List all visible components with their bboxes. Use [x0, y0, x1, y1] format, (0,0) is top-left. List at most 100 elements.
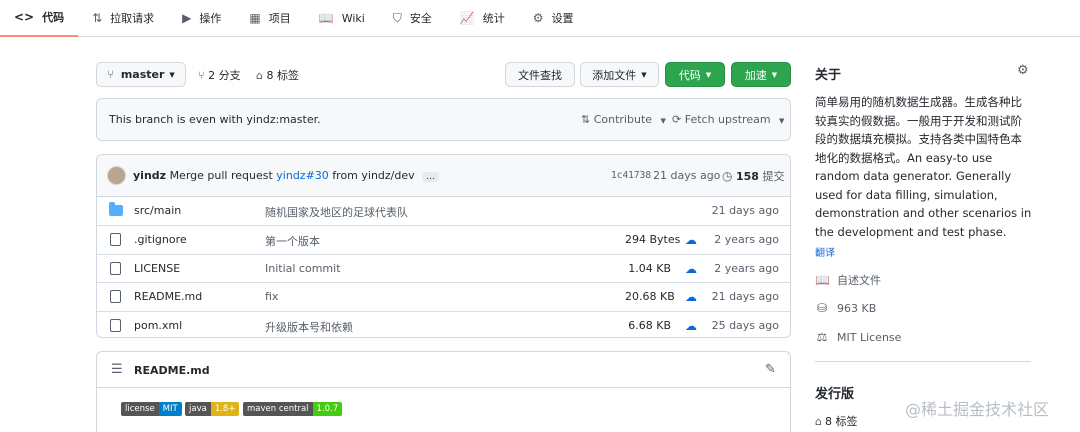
pencil-icon[interactable]: ✎ — [765, 362, 776, 377]
file-commit-message[interactable]: 第一个版本 — [265, 233, 320, 249]
commit-message[interactable]: Merge pull request — [170, 169, 273, 182]
download-icon[interactable]: ☁ — [685, 291, 699, 303]
tab-label: 拉取请求 — [110, 12, 155, 25]
tab-label: 代码 — [42, 11, 65, 24]
badge-value: MIT — [158, 402, 182, 416]
commit-pr-link[interactable]: yindz#30 — [276, 169, 329, 182]
table-row[interactable]: src/main 随机国家及地区的足球代表队 21 days ago — [97, 197, 790, 225]
find-file-button[interactable]: 文件查找 — [505, 62, 575, 87]
repo-size: ⛁ 963 KB — [816, 301, 877, 315]
caret-down-icon: ▼ — [641, 70, 647, 79]
commit-count-link[interactable]: ◷ 158 提交 — [722, 168, 784, 184]
repo-nav: <> 代码 ⇅ 拉取请求 ▶ 操作 ▦ 项目 📖 Wiki ⛉ 安全 📈 统计 ⚙ 设置 — [0, 0, 1080, 37]
gear-icon[interactable]: ⚙ — [1017, 63, 1029, 78]
watermark: @稀土掘金技术社区 — [905, 400, 1050, 419]
table-row[interactable]: README.md fix 20.68 KB ☁ 21 days ago — [97, 282, 790, 310]
translate-link[interactable]: 翻译 — [815, 244, 835, 259]
readme-badge[interactable]: java 1.8+ — [185, 402, 240, 416]
releases-title[interactable]: 发行版 — [815, 383, 854, 402]
tab-1[interactable]: ⇅ 拉取请求 — [78, 0, 168, 37]
list-icon[interactable]: ☰ — [111, 362, 123, 377]
tab-0[interactable]: <> 代码 — [0, 0, 79, 37]
tag-icon: ⌂ — [256, 69, 263, 82]
file-time: 21 days ago — [711, 290, 779, 304]
tab-7[interactable]: ⚙ 设置 — [519, 0, 588, 37]
book-icon: 📖 — [815, 273, 830, 287]
file-icon — [110, 233, 121, 247]
readme-link[interactable]: 📖 自述文件 — [815, 272, 881, 288]
tab-3[interactable]: ▦ 项目 — [235, 0, 304, 37]
file-commit-message[interactable]: fix — [265, 290, 278, 303]
caret-down-icon: ▼ — [779, 117, 785, 125]
commit-time: 21 days ago — [653, 169, 721, 182]
badge-value: 1.0.7 — [312, 402, 343, 416]
pull-request-icon: ⇅ — [92, 11, 103, 25]
branch-status-box: This branch is even with yindz:master. ⇅… — [96, 98, 791, 141]
badge-key: java — [185, 402, 211, 416]
download-icon[interactable]: ☁ — [685, 263, 699, 275]
license-link[interactable]: ⚖ MIT License — [815, 330, 902, 344]
file-time: 21 days ago — [711, 204, 779, 217]
badge-key: maven central — [243, 402, 313, 416]
file-name-link[interactable]: README.md — [134, 290, 202, 303]
download-icon[interactable]: ☁ — [685, 234, 699, 246]
tab-label: 项目 — [268, 12, 291, 25]
badge-value: 1.8+ — [210, 402, 240, 416]
table-row[interactable]: LICENSE Initial commit 1.04 KB ☁ 2 years ago — [97, 253, 790, 282]
file-commit-message[interactable]: 升级版本号和依赖 — [265, 319, 353, 335]
table-row[interactable]: .gitignore 第一个版本 294 Bytes ☁ 2 years ago — [97, 225, 790, 253]
actions-icon: ▶ — [182, 11, 192, 25]
file-name-link[interactable]: .gitignore — [134, 233, 187, 246]
tab-5[interactable]: ⛉ 安全 — [379, 0, 446, 37]
contribute-dropdown[interactable]: ⇅ Contribute ▼ — [581, 113, 666, 126]
file-icon — [110, 290, 121, 304]
file-time: 25 days ago — [711, 318, 779, 332]
branches-link[interactable]: ⑂ 2 分支 — [198, 67, 241, 83]
branch-icon: ⑂ — [107, 68, 114, 81]
file-icon — [110, 318, 121, 332]
file-size: 20.68 KB — [625, 290, 675, 304]
accelerate-button[interactable]: 加速 ▼ — [731, 62, 791, 87]
file-name-link[interactable]: LICENSE — [134, 262, 180, 275]
add-file-button[interactable]: 添加文件 ▼ — [580, 62, 659, 87]
history-icon: ◷ — [722, 169, 733, 183]
commit-hash[interactable]: 1c41738 — [611, 170, 651, 181]
tab-2[interactable]: ▶ 操作 — [168, 0, 235, 37]
releases-tags-link[interactable]: ⌂ 8 标签 — [815, 413, 857, 429]
branch-icon: ⑂ — [198, 69, 205, 82]
tab-4[interactable]: 📖 Wiki — [305, 0, 379, 37]
folder-icon — [109, 202, 123, 216]
branch-status-text: This branch is even with yindz:master. — [109, 113, 321, 126]
badge-key: license — [121, 402, 159, 416]
caret-down-icon: ▼ — [660, 117, 666, 125]
file-browser: yindz Merge pull request yindz#30 from y… — [96, 154, 791, 338]
branch-select-button[interactable]: ⑂ master ▼ — [96, 62, 186, 87]
readme-badge[interactable]: license MIT — [121, 402, 182, 416]
file-size: 6.68 KB — [628, 318, 671, 332]
gear-icon: ⚙ — [532, 11, 544, 25]
commit-author[interactable]: yindz — [133, 169, 166, 182]
fetch-upstream-dropdown[interactable]: ⟳ Fetch upstream ▼ — [672, 113, 784, 126]
wiki-book-icon: 📖 — [318, 11, 334, 25]
code-icon: <> — [14, 10, 35, 24]
download-icon[interactable]: ☁ — [685, 320, 699, 332]
table-row[interactable]: pom.xml 升级版本号和依赖 6.68 KB ☁ 25 days ago — [97, 310, 790, 337]
file-name-link[interactable]: src/main — [134, 204, 181, 217]
tab-6[interactable]: 📈 统计 — [446, 0, 519, 37]
readme-badge[interactable]: maven central 1.0.7 — [243, 402, 343, 416]
commit-message-suffix[interactable]: from yindz/dev — [332, 169, 414, 182]
code-button[interactable]: 代码 ▼ — [665, 62, 725, 87]
file-size: 294 Bytes — [625, 233, 681, 247]
file-name-link[interactable]: pom.xml — [134, 319, 182, 332]
file-time: 2 years ago — [714, 233, 779, 247]
file-commit-message[interactable]: Initial commit — [265, 262, 341, 275]
caret-down-icon: ▼ — [705, 70, 712, 79]
tags-link[interactable]: ⌂ 8 标签 — [256, 67, 299, 83]
branch-name: master — [120, 68, 165, 81]
commit-expand-button[interactable]: … — [422, 172, 440, 182]
sidebar-divider — [815, 361, 1031, 362]
file-commit-message[interactable]: 随机国家及地区的足球代表队 — [265, 204, 408, 220]
tab-label: 设置 — [551, 12, 574, 25]
tab-label: Wiki — [341, 11, 365, 25]
caret-down-icon: ▼ — [169, 70, 175, 79]
